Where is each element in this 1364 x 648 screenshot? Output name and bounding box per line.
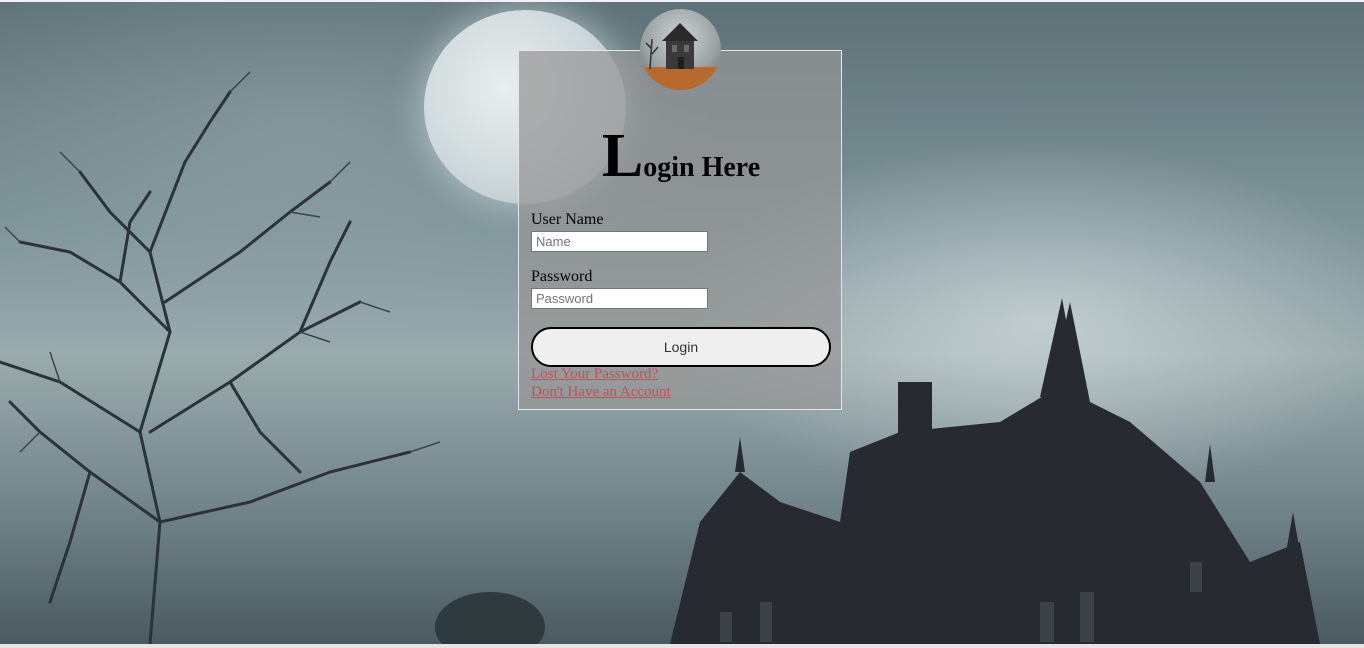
no-account-link[interactable]: Don't Have an Account [531,384,671,401]
login-button[interactable]: Login [531,327,831,367]
bottom-strip [0,644,1364,648]
dead-tree [0,90,412,644]
lost-password-link[interactable]: Lost Your Password? [531,366,658,383]
login-panel: Login Here User Name Password Login Lost… [518,50,842,410]
password-input[interactable] [531,288,708,309]
bush [435,592,545,644]
page-title: Login Here [519,121,843,192]
title-rest: ogin Here [643,152,761,183]
haunted-house-avatar-icon [640,9,721,90]
password-label: Password [531,268,593,285]
title-first-letter: L [601,122,644,190]
username-input[interactable] [531,231,708,252]
username-label: User Name [531,211,604,228]
